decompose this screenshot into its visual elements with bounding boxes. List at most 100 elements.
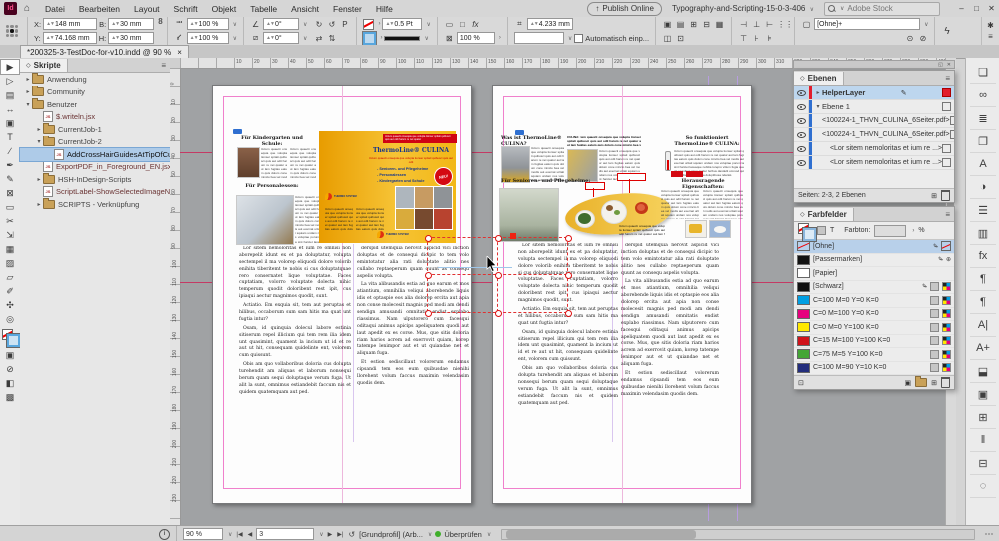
- reference-point-proxy[interactable]: [0, 17, 24, 45]
- corner-options-icon[interactable]: ⌗: [514, 19, 525, 29]
- layer-proxy-square[interactable]: [949, 116, 954, 125]
- distribute-left-button[interactable]: ⊤: [738, 34, 749, 43]
- guide-handle[interactable]: [425, 310, 432, 317]
- swatch-row[interactable]: C=0 M=100 Y=0 K=0: [794, 308, 954, 321]
- layer-proxy-square[interactable]: [941, 88, 951, 97]
- tree-arrow-icon[interactable]: ▾: [35, 138, 43, 145]
- guide-handle[interactable]: [565, 310, 572, 317]
- script-item--writeln-jsx[interactable]: JS $.writeln.jsx: [20, 111, 170, 124]
- new-color-group-button[interactable]: ▣: [905, 379, 912, 387]
- gap-tool[interactable]: ↔: [1, 102, 19, 116]
- y-field[interactable]: ▲▼ 74.168 mm: [42, 32, 97, 44]
- layer-row[interactable]: <100224-1_THVN_CULINA_6Seiter.pdf>: [794, 128, 954, 142]
- content-collector-tool[interactable]: ▣: [1, 116, 19, 130]
- new-layer-button[interactable]: ⊞: [931, 192, 937, 200]
- wrap-bounding-button[interactable]: ⊡: [675, 34, 686, 43]
- photo-elderly[interactable]: [499, 188, 559, 242]
- selection-tool[interactable]: ▶: [0, 59, 20, 75]
- panel-group-bar[interactable]: ◱ ✕: [793, 60, 955, 69]
- preflight-profile-dropdown[interactable]: [Grundprofil] (Arb...: [359, 530, 423, 539]
- wrap-none-button[interactable]: ◫: [662, 34, 673, 43]
- pages2-panel-icon[interactable]: ⊞: [970, 406, 996, 429]
- drop-shadow-icon[interactable]: ▭: [444, 20, 455, 29]
- quick-apply-icon[interactable]: ⊙: [904, 34, 915, 43]
- shear-field[interactable]: ▲▼ 0°: [263, 32, 300, 44]
- script-folder-hsh-indesign-scripts[interactable]: ▸ HSH-InDesign-Scripts: [20, 173, 170, 186]
- photo-people[interactable]: [236, 195, 294, 245]
- cc-libraries-panel-icon[interactable]: ◌: [970, 475, 996, 498]
- corner-shape-dropdown[interactable]: [513, 32, 564, 44]
- tree-arrow-icon[interactable]: ▾: [24, 101, 32, 108]
- first-page-button[interactable]: |◀: [235, 531, 243, 538]
- script-folder-scripts-verkn-pfung[interactable]: ▸ SCRIPTS - Verknüpfung: [20, 198, 170, 211]
- panel-collapse-icon[interactable]: ◇: [800, 211, 805, 218]
- script-folder-currentjob-2[interactable]: ▾ CurrentJob-2: [20, 135, 170, 149]
- scissors-tool[interactable]: ✂: [1, 214, 19, 228]
- free-transform-tool[interactable]: ⇲: [1, 228, 19, 242]
- scrollbar-thumb[interactable]: [506, 529, 697, 539]
- tool-option-0[interactable]: ▣: [1, 348, 19, 362]
- swatch-views-button[interactable]: ⊡: [798, 379, 804, 387]
- scale-x-field[interactable]: ▲▼ 100 %: [186, 18, 229, 30]
- select-target-icon[interactable]: ⋮⋮: [777, 20, 793, 29]
- eye-icon[interactable]: [796, 144, 806, 153]
- panel-collapse-icon[interactable]: ◇: [800, 75, 805, 82]
- tab-farbfelder[interactable]: ◇ Farbfelder: [794, 207, 854, 221]
- tree-arrow-icon[interactable]: ▸: [24, 88, 32, 95]
- document-tab[interactable]: *200325-3-TestDoc-for-v10.indd @ 90 % ×: [20, 45, 189, 59]
- character-panel-icon[interactable]: A|: [970, 314, 996, 337]
- guide-anchor-square[interactable]: [510, 233, 516, 239]
- swatch-row[interactable]: C=0 M=0 Y=100 K=0: [794, 321, 954, 335]
- clear-overrides-icon[interactable]: ⊘: [917, 34, 928, 43]
- layers-panel-icon[interactable]: ❐: [970, 130, 996, 153]
- photo-bowl-small[interactable]: [709, 220, 731, 238]
- formatting-text-icon[interactable]: T: [830, 227, 834, 234]
- panel-collapse-icon[interactable]: ◇: [26, 62, 31, 69]
- photo-child[interactable]: [237, 147, 260, 178]
- body-text-column[interactable]: Lor sitem nemoloritas et ium re omnisi n…: [239, 246, 351, 440]
- menu-ansicht[interactable]: Ansicht: [284, 4, 326, 14]
- layer-row[interactable]: <100224-1_THVN_CULINA_6Seiter.pdf>: [794, 114, 954, 128]
- character-styles-panel-icon[interactable]: A+: [970, 337, 996, 360]
- search-input[interactable]: ∨ Adobe Stock: [824, 1, 940, 16]
- fit-frame-button[interactable]: ▤: [675, 20, 686, 29]
- next-page-button[interactable]: ▶: [327, 531, 334, 538]
- type-tool[interactable]: T: [1, 130, 19, 144]
- note-tool[interactable]: ▱: [1, 270, 19, 284]
- dock-close-icon[interactable]: ✕: [947, 62, 951, 68]
- info-icon[interactable]: i: [159, 528, 170, 540]
- tab-ebenen[interactable]: ◇ Ebenen: [794, 71, 844, 85]
- swatch-row[interactable]: C=75 M=5 Y=100 K=0: [794, 348, 954, 362]
- rotation-field[interactable]: ▲▼ 0°: [263, 18, 300, 30]
- script-item-exportpdf-in-foreground-en-jsx[interactable]: JS ExportPDF_in_Foreground_EN.jsx: [20, 161, 170, 174]
- eye-icon[interactable]: [796, 88, 806, 97]
- swatch-row[interactable]: [Schwarz] ✎̶: [794, 281, 954, 294]
- menu-tabelle[interactable]: Tabelle: [243, 4, 284, 14]
- layer-expand-icon[interactable]: ▾: [814, 103, 822, 110]
- layer-row[interactable]: <Lor sitem nemoloritas et ium re ...>: [794, 142, 954, 156]
- layer-row[interactable]: <Lor sitem nemoloritas et ium re ...>: [794, 156, 954, 170]
- paragraph-panel-icon[interactable]: ¶: [970, 268, 996, 291]
- tool-option-1[interactable]: ⊘: [1, 362, 19, 376]
- rotate-ccw-button[interactable]: ↺: [326, 20, 337, 29]
- spread-left[interactable]: Für Kindergarten und Schule: Ucium quaec…: [212, 85, 472, 504]
- swatch-row[interactable]: [Papier]: [794, 267, 954, 281]
- menu-fenster[interactable]: Fenster: [326, 4, 369, 14]
- tree-arrow-icon[interactable]: ▸: [24, 76, 32, 83]
- stroke-swatch[interactable]: [362, 30, 378, 45]
- glyphs-panel-icon[interactable]: A: [970, 153, 996, 176]
- menu-schrift[interactable]: Schrift: [167, 4, 205, 14]
- align-center-button[interactable]: ⊥: [751, 20, 762, 29]
- brochure-cover[interactable]: Ucium quaecti onsequia que volupta tions…: [319, 131, 457, 243]
- formatting-container-icon[interactable]: [817, 226, 826, 235]
- opacity-field[interactable]: 100 %: [456, 32, 495, 44]
- publish-online-button[interactable]: ↑ Publish Online: [587, 1, 662, 16]
- menu-objekt[interactable]: Objekt: [205, 4, 244, 14]
- tree-arrow-icon[interactable]: ▸: [35, 176, 43, 183]
- guide-handle[interactable]: [565, 272, 572, 279]
- constrain-proportions-icon[interactable]: 8: [158, 17, 162, 45]
- horizontal-scrollbar[interactable]: [501, 528, 975, 540]
- object-styles-panel-icon[interactable]: ▣: [970, 383, 996, 406]
- page-tool[interactable]: ▤: [1, 88, 19, 102]
- line-tool[interactable]: ∕: [1, 144, 19, 158]
